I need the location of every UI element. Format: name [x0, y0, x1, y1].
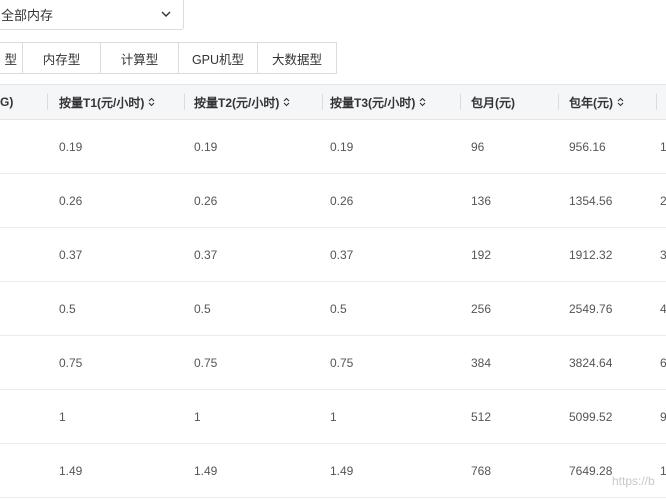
header-t3[interactable]: 按量T3(元/小时)	[330, 85, 426, 119]
cell-t3: 0.75	[330, 355, 354, 370]
column-divider	[656, 94, 657, 110]
header-yearly[interactable]: 包年(元)	[569, 85, 624, 119]
table-row: 1 1 1 512 5099.52 9	[0, 390, 666, 444]
tab-label: GPU机型	[191, 52, 245, 67]
memory-select-value: 全部内存	[1, 7, 54, 23]
cell-t1: 0.75	[59, 355, 83, 370]
column-divider	[47, 94, 48, 110]
cell-monthly: 512	[471, 409, 492, 424]
tab-compute[interactable]: 计算型	[100, 42, 179, 74]
cell-next: 1	[660, 139, 666, 154]
cell-yearly: 5099.52	[569, 409, 613, 424]
chevron-down-icon	[161, 11, 171, 17]
table-header: G) 按量T1(元/小时) 按量T2(元/小时) 按量T3(元/小时) 包月(元…	[0, 84, 666, 120]
cell-yearly: 956.16	[569, 139, 606, 154]
header-label: 按量T2(元/小时)	[194, 95, 280, 110]
header-monthly: 包月(元)	[471, 85, 515, 119]
cell-next: 6	[660, 355, 666, 370]
cell-t1: 0.19	[59, 139, 83, 154]
cell-yearly: 1912.32	[569, 247, 613, 262]
cell-next: 4	[660, 301, 666, 316]
header-t1[interactable]: 按量T1(元/小时)	[59, 85, 155, 119]
tab-label: 大数据型	[271, 52, 322, 67]
cell-t3: 0.26	[330, 193, 354, 208]
sort-icon	[617, 97, 624, 107]
table-row: 0.75 0.75 0.75 384 3824.64 6	[0, 336, 666, 390]
cell-yearly: 2549.76	[569, 301, 613, 316]
watermark: https://b	[612, 474, 655, 488]
header-t2[interactable]: 按量T2(元/小时)	[194, 85, 290, 119]
header-label: 包月(元)	[471, 95, 515, 110]
tab-memory[interactable]: 内存型	[22, 42, 101, 74]
header-memory: G)	[0, 85, 13, 119]
cell-t3: 0.19	[330, 139, 354, 154]
cell-t1: 0.37	[59, 247, 83, 262]
table-row: 0.19 0.19 0.19 96 956.16 1	[0, 120, 666, 174]
cell-t1: 1	[59, 409, 66, 424]
table-row: 0.37 0.37 0.37 192 1912.32 3	[0, 228, 666, 282]
header-label: 包年(元)	[569, 95, 613, 110]
sort-icon	[419, 97, 426, 107]
cell-t3: 1	[330, 409, 337, 424]
instance-type-tabs: 型 内存型 计算型 GPU机型 大数据型	[0, 42, 337, 74]
cell-t1: 0.5	[59, 301, 76, 316]
sort-icon	[148, 97, 155, 107]
cell-next: 9	[660, 409, 666, 424]
column-divider	[322, 94, 323, 110]
tab-label: 计算型	[120, 52, 159, 67]
cell-t2: 0.37	[194, 247, 218, 262]
cell-monthly: 384	[471, 355, 492, 370]
cell-t2: 0.75	[194, 355, 218, 370]
cell-yearly: 3824.64	[569, 355, 613, 370]
header-label: G)	[0, 95, 14, 109]
cell-t3: 1.49	[330, 463, 354, 478]
tab-gpu[interactable]: GPU机型	[178, 42, 258, 74]
cell-t2: 1	[194, 409, 201, 424]
cell-t1: 1.49	[59, 463, 83, 478]
header-label: 按量T1(元/小时)	[59, 95, 145, 110]
cell-t2: 0.5	[194, 301, 211, 316]
table-row: 0.5 0.5 0.5 256 2549.76 4	[0, 282, 666, 336]
cell-yearly: 7649.28	[569, 463, 613, 478]
cell-t3: 0.5	[330, 301, 347, 316]
cell-monthly: 768	[471, 463, 492, 478]
sort-icon	[283, 97, 290, 107]
column-divider	[558, 94, 559, 110]
cell-t2: 1.49	[194, 463, 218, 478]
cell-next: 3	[660, 247, 666, 262]
cell-t1: 0.26	[59, 193, 83, 208]
cell-next: 2	[660, 193, 666, 208]
cell-monthly: 192	[471, 247, 492, 262]
table-row: 0.26 0.26 0.26 136 1354.56 2	[0, 174, 666, 228]
column-divider	[460, 94, 461, 110]
tab-bigdata[interactable]: 大数据型	[257, 42, 337, 74]
cell-next: 1	[660, 463, 666, 478]
cell-t2: 0.26	[194, 193, 218, 208]
table-row: 1.49 1.49 1.49 768 7649.28 1	[0, 444, 666, 498]
tab-label: 型	[4, 52, 17, 67]
tab-label: 内存型	[42, 52, 81, 67]
tab-general[interactable]: 型	[0, 42, 23, 74]
cell-yearly: 1354.56	[569, 193, 613, 208]
pricing-table: G) 按量T1(元/小时) 按量T2(元/小时) 按量T3(元/小时) 包月(元…	[0, 84, 666, 498]
cell-t2: 0.19	[194, 139, 218, 154]
memory-select[interactable]: 全部内存	[0, 0, 184, 30]
column-divider	[184, 94, 185, 110]
header-label: 按量T3(元/小时)	[330, 95, 416, 110]
cell-t3: 0.37	[330, 247, 354, 262]
cell-monthly: 256	[471, 301, 492, 316]
cell-monthly: 96	[471, 139, 485, 154]
cell-monthly: 136	[471, 193, 492, 208]
